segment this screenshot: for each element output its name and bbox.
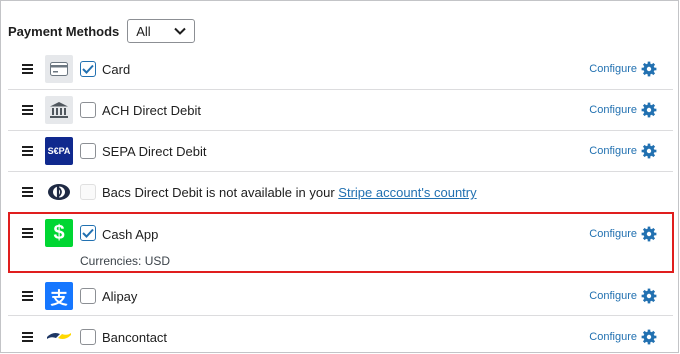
payment-method-row-alipay: 支 Alipay Configure bbox=[8, 275, 673, 316]
payment-method-name: Card bbox=[102, 62, 131, 77]
payment-method-row-card: Card Configure bbox=[8, 49, 673, 90]
filter-selected-value: All bbox=[136, 23, 151, 39]
stripe-account-country-link[interactable]: Stripe account's country bbox=[338, 185, 476, 200]
payment-method-name: ACH Direct Debit bbox=[102, 103, 201, 118]
payment-method-name: Alipay bbox=[102, 289, 138, 304]
alipay-icon: 支 bbox=[45, 282, 73, 310]
configure-button[interactable]: Configure bbox=[589, 61, 657, 77]
payment-method-row-bacs: Bacs Direct Debit is not available in yo… bbox=[8, 172, 673, 213]
bancontact-icon bbox=[45, 322, 73, 350]
payment-method-row-ach: ACH Direct Debit Configure bbox=[8, 90, 673, 131]
gear-icon bbox=[641, 143, 657, 159]
bacs-icon bbox=[45, 178, 73, 206]
configure-button[interactable]: Configure bbox=[589, 288, 657, 304]
ach-direct-debit-checkbox[interactable] bbox=[80, 102, 96, 118]
payment-methods-panel: Payment Methods All Card Configure ACH D… bbox=[0, 0, 679, 353]
drag-handle-icon[interactable] bbox=[22, 64, 33, 74]
sepa-direct-debit-checkbox[interactable] bbox=[80, 143, 96, 159]
gear-icon bbox=[641, 288, 657, 304]
bacs-unavailable-message: Bacs Direct Debit is not available in yo… bbox=[102, 185, 477, 200]
payment-method-name: Bancontact bbox=[102, 330, 168, 345]
gear-icon bbox=[641, 329, 657, 345]
drag-handle-icon[interactable] bbox=[22, 146, 33, 156]
payment-methods-title: Payment Methods bbox=[8, 23, 120, 39]
configure-button[interactable]: Configure bbox=[589, 329, 657, 345]
sepa-icon: S€PA bbox=[45, 137, 73, 165]
drag-handle-icon[interactable] bbox=[22, 291, 33, 301]
card-checkbox[interactable] bbox=[80, 61, 96, 77]
gear-icon bbox=[641, 61, 657, 77]
bacs-direct-debit-checkbox bbox=[80, 184, 96, 200]
payment-method-row-bancontact: Bancontact Configure bbox=[8, 316, 673, 354]
payment-methods-header: Payment Methods All bbox=[8, 19, 196, 43]
drag-handle-icon[interactable] bbox=[22, 105, 33, 115]
payment-method-name: SEPA Direct Debit bbox=[102, 144, 207, 159]
chevron-down-icon bbox=[174, 27, 186, 35]
gear-icon bbox=[641, 102, 657, 118]
drag-handle-icon[interactable] bbox=[22, 332, 33, 342]
payment-methods-filter-select[interactable]: All bbox=[127, 19, 196, 43]
payment-method-row-sepa: S€PA SEPA Direct Debit Configure bbox=[8, 131, 673, 172]
credit-card-icon bbox=[45, 55, 73, 83]
alipay-checkbox[interactable] bbox=[80, 288, 96, 304]
drag-handle-icon[interactable] bbox=[22, 187, 33, 197]
cash-app-highlight-box bbox=[8, 212, 674, 273]
bank-icon bbox=[45, 96, 73, 124]
bancontact-checkbox[interactable] bbox=[80, 329, 96, 345]
configure-button[interactable]: Configure bbox=[589, 102, 657, 118]
configure-button[interactable]: Configure bbox=[589, 143, 657, 159]
